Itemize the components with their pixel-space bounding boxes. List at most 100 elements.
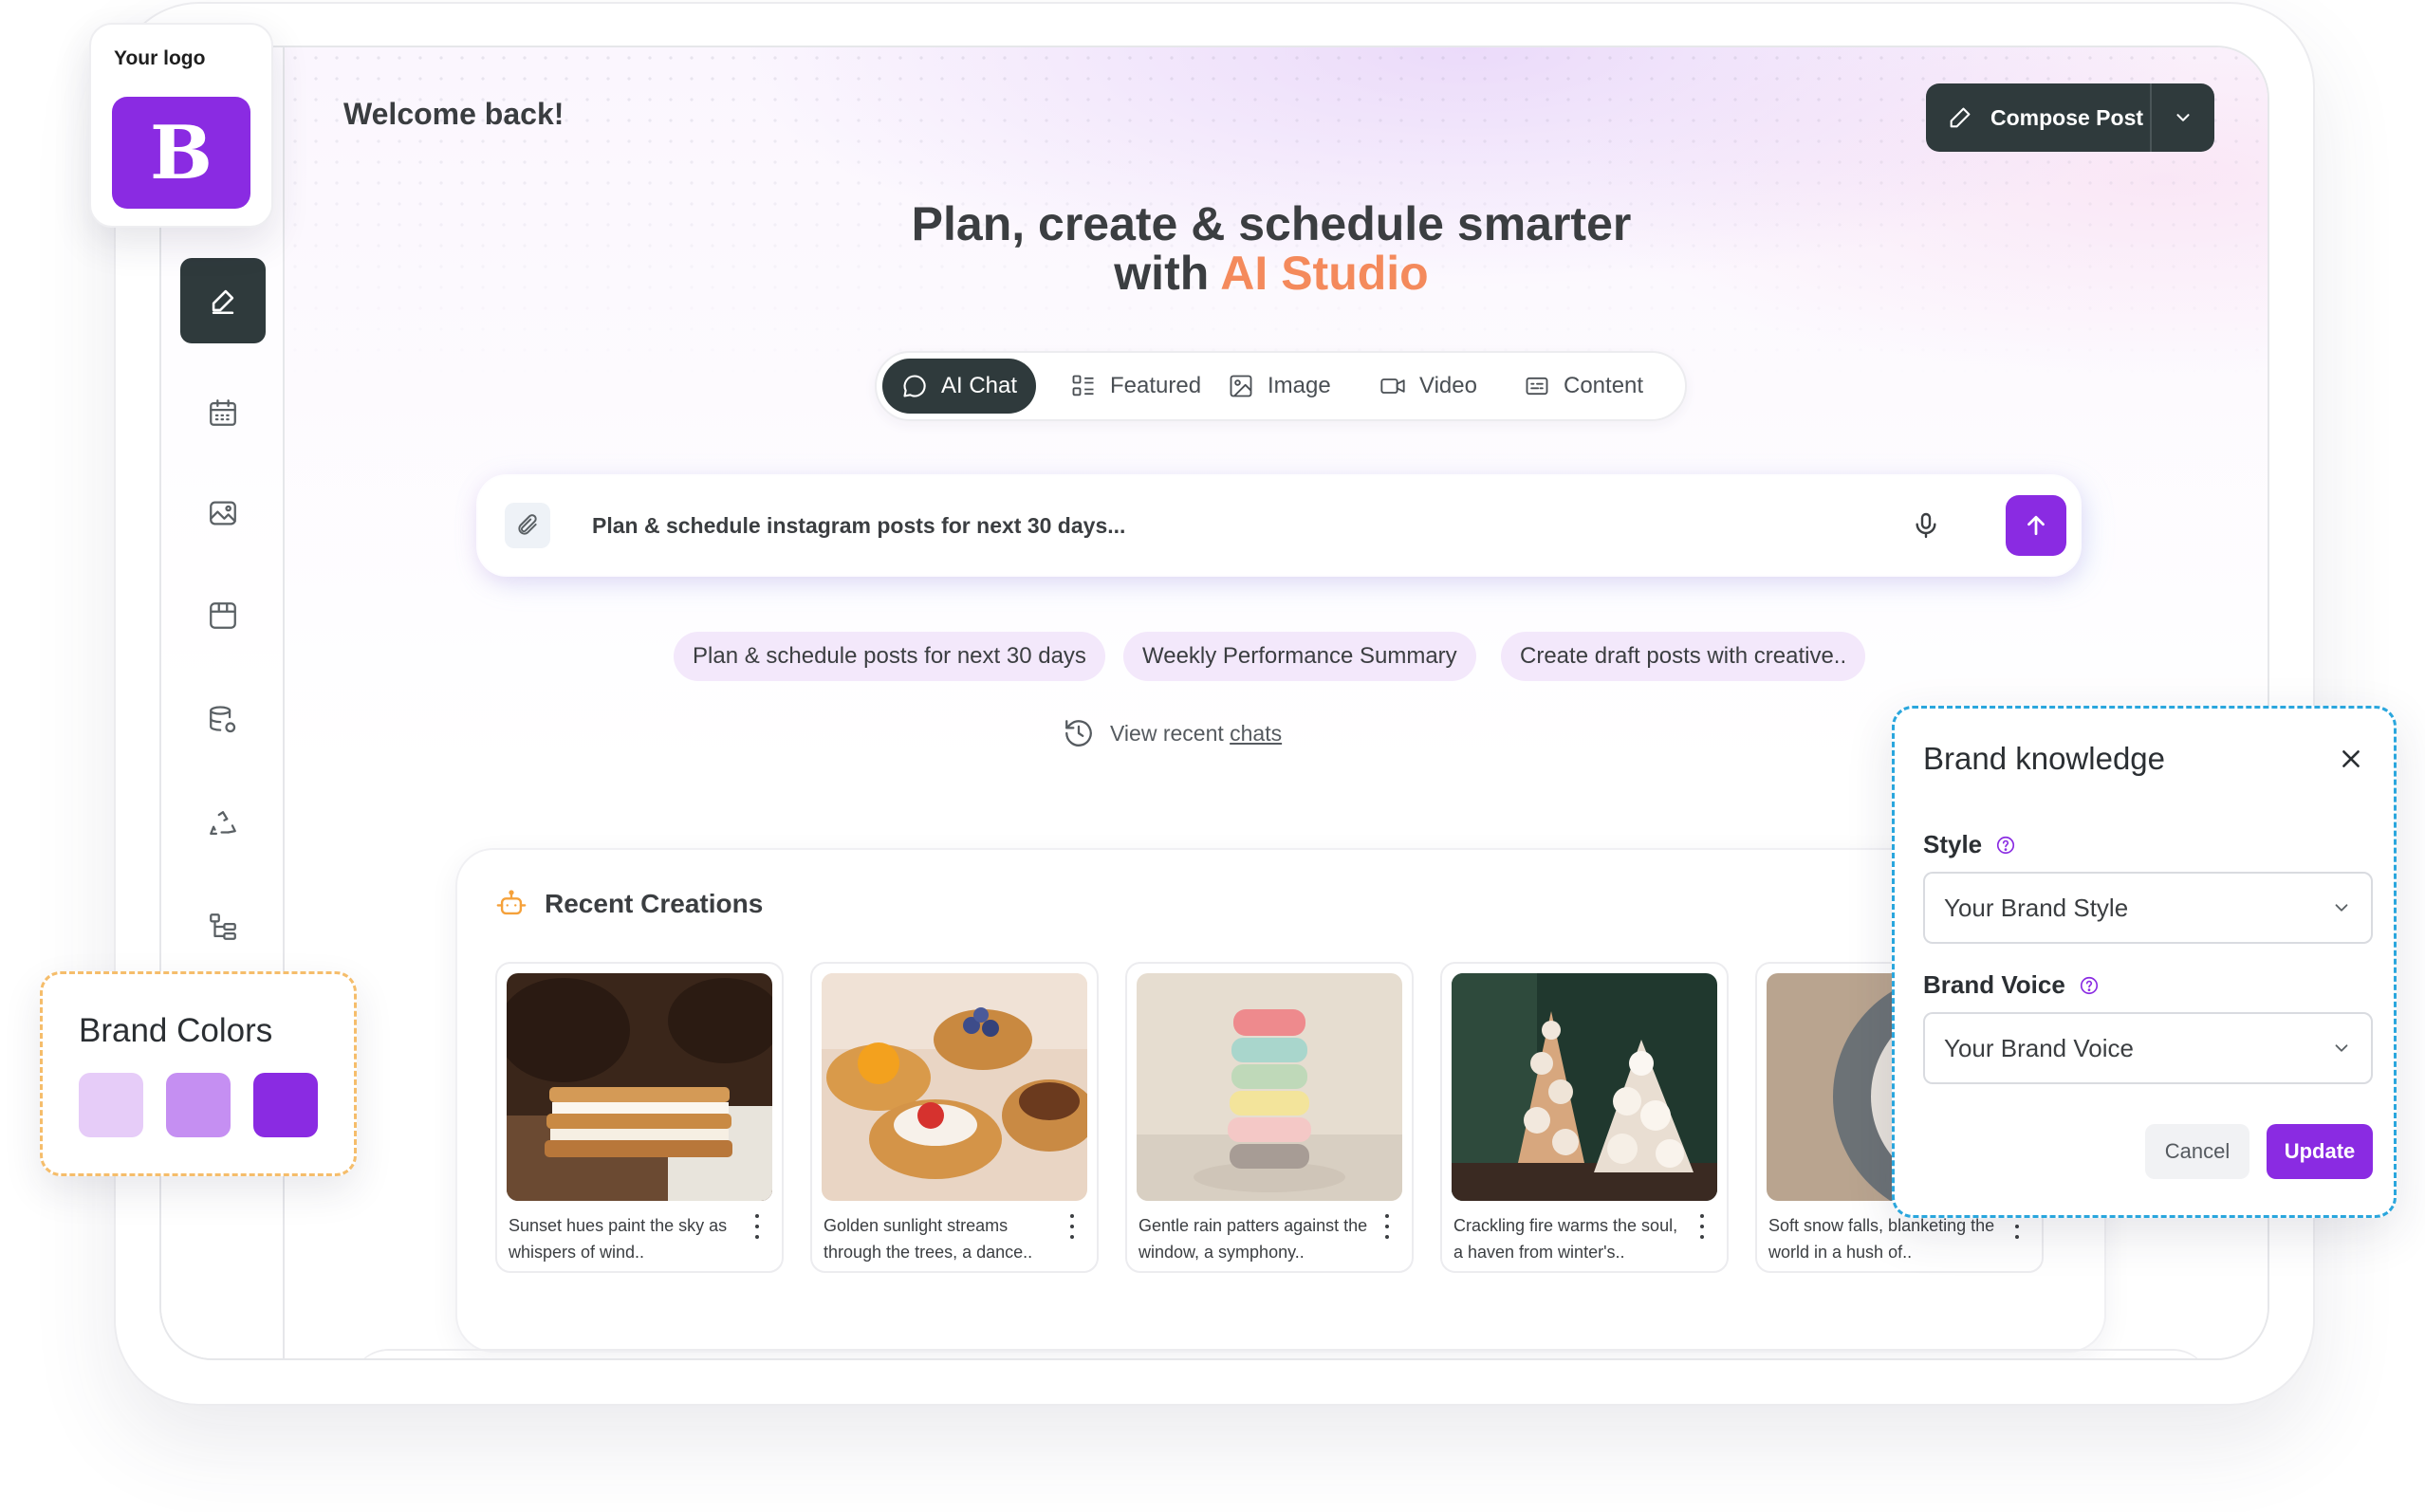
compose-post-button[interactable]: Compose Post: [1926, 83, 2214, 152]
creation-caption: Sunset hues paint the sky as whispers of…: [509, 1216, 728, 1262]
brand-style-select[interactable]: Your Brand Style: [1923, 872, 2373, 944]
chevron-down-icon: [2335, 1044, 2348, 1052]
suggestion-chip[interactable]: Create draft posts with creative..: [1501, 632, 1866, 681]
tab-content[interactable]: Content: [1505, 359, 1662, 414]
update-button[interactable]: Update: [2267, 1124, 2373, 1179]
mode-tabs: AI Chat Featured Image Video Content: [875, 351, 1687, 421]
pastry-layered-cake-image[interactable]: [507, 973, 772, 1201]
brand-knowledge-title: Brand knowledge: [1923, 741, 2166, 776]
brand-voice-label: Brand Voice: [1923, 970, 2100, 1000]
style-label: Style: [1923, 830, 2016, 859]
brand-voice-value: Your Brand Voice: [1944, 1033, 2134, 1062]
calendar-icon: [210, 399, 236, 426]
attach-button[interactable]: [505, 503, 550, 548]
fruit-tarts-image[interactable]: [822, 973, 1087, 1201]
brand-knowledge-panel: Brand knowledge Style Your Brand Style B…: [1892, 706, 2397, 1218]
brand-colors-title: Brand Colors: [79, 1012, 273, 1049]
recent-chats-prefix: View recent: [1110, 720, 1231, 746]
color-swatch-light[interactable]: [79, 1073, 143, 1137]
creation-caption: Soft snow falls, blanketing the world in…: [1768, 1216, 1995, 1262]
send-button[interactable]: [2006, 495, 2066, 556]
sidebar-item-calendar[interactable]: [180, 370, 266, 455]
media-library-icon: [210, 501, 236, 526]
creation-card[interactable]: Sunset hues paint the sky as whispers of…: [495, 962, 784, 1273]
suggestion-chip[interactable]: Plan & schedule posts for next 30 days: [674, 632, 1105, 681]
sidebar-item-media[interactable]: [180, 470, 266, 556]
tab-label: Featured: [1110, 373, 1202, 398]
recycle-icon: [210, 811, 236, 836]
recent-chats-link[interactable]: chats: [1230, 721, 1282, 746]
brand-voice-select[interactable]: Your Brand Voice: [1923, 1012, 2373, 1084]
hierarchy-icon: [210, 913, 236, 940]
brand-style-value: Your Brand Style: [1944, 893, 2129, 922]
paperclip-icon: [518, 514, 537, 535]
arrow-up-icon: [2027, 515, 2045, 536]
more-options-icon[interactable]: [1693, 1214, 1712, 1239]
history-icon: [1065, 720, 1092, 747]
tab-image[interactable]: Image: [1209, 359, 1350, 414]
tab-label: AI Chat: [941, 373, 1018, 398]
tab-label: Image: [1268, 373, 1331, 398]
next-section-edge: [351, 1349, 2211, 1358]
more-options-icon[interactable]: [1063, 1214, 1082, 1239]
creation-caption: Gentle rain patters against the window, …: [1138, 1216, 1368, 1262]
sidebar-item-recycle[interactable]: [180, 782, 266, 867]
brand-colors-card: Brand Colors: [40, 971, 357, 1176]
hero-accent: AI Studio: [1220, 247, 1429, 300]
page-title: Welcome back!: [343, 97, 565, 131]
creation-caption: Crackling fire warms the soul, a haven f…: [1453, 1216, 1678, 1262]
brand-logo[interactable]: B: [112, 97, 250, 209]
cream-puff-tower-image[interactable]: [1452, 973, 1717, 1201]
edit-icon: [212, 289, 234, 315]
compose-post-main[interactable]: Compose Post: [1926, 83, 2152, 152]
database-settings-icon: [210, 706, 236, 733]
logo-label: Your logo: [114, 47, 206, 69]
sidebar-item-hierarchy[interactable]: [180, 884, 266, 969]
sidebar-item-create[interactable]: [180, 258, 266, 343]
creation-card[interactable]: Gentle rain patters against the window, …: [1125, 962, 1414, 1273]
help-icon[interactable]: [1995, 835, 2016, 856]
recent-creations-header: Recent Creations: [495, 888, 763, 920]
tab-label: Content: [1564, 373, 1644, 398]
macaron-stack-image[interactable]: [1137, 973, 1402, 1201]
help-icon[interactable]: [2079, 975, 2100, 996]
sidebar-item-store[interactable]: [180, 573, 266, 658]
tab-video[interactable]: Video: [1361, 359, 1496, 414]
compose-dropdown-toggle[interactable]: [2152, 107, 2214, 128]
logo-card: Your logo B: [89, 23, 273, 228]
image-icon: [1230, 375, 1252, 397]
color-swatch-dark[interactable]: [253, 1073, 318, 1137]
more-options-icon[interactable]: [748, 1214, 767, 1239]
creation-caption: Golden sunlight streams through the tree…: [824, 1216, 1033, 1262]
suggestion-chip[interactable]: Weekly Performance Summary: [1123, 632, 1476, 681]
creation-card[interactable]: Golden sunlight streams through the tree…: [810, 962, 1099, 1273]
close-icon[interactable]: [2339, 747, 2363, 771]
view-recent-chats[interactable]: View recent chats: [1063, 717, 1282, 749]
hero-heading: Plan, create & schedule smarter with AI …: [693, 199, 1850, 298]
hero-line-2: with AI Studio: [693, 249, 1850, 298]
tab-featured[interactable]: Featured: [1051, 359, 1220, 414]
prompt-input[interactable]: [592, 501, 1825, 550]
sidebar-item-database[interactable]: [180, 677, 266, 763]
style-label-text: Style: [1923, 830, 1983, 858]
pencil-icon: [1950, 107, 1971, 128]
prompt-box: [478, 476, 2080, 575]
video-camera-icon: [1380, 378, 1405, 394]
tab-label: Video: [1419, 373, 1477, 398]
document-text-icon: [1526, 377, 1548, 396]
compose-post-label: Compose Post: [1990, 104, 2144, 130]
voice-input-button[interactable]: [1905, 505, 1947, 546]
color-swatch-medium[interactable]: [166, 1073, 231, 1137]
hero-line-2-prefix: with: [1114, 247, 1221, 300]
creation-card[interactable]: Crackling fire warms the soul, a haven f…: [1440, 962, 1729, 1273]
brand-voice-label-text: Brand Voice: [1923, 970, 2065, 999]
robot-icon: [496, 890, 527, 915]
hero-line-1: Plan, create & schedule smarter: [911, 197, 1632, 250]
grid-list-icon: [1072, 375, 1094, 396]
tab-ai-chat[interactable]: AI Chat: [882, 359, 1037, 414]
more-options-icon[interactable]: [1378, 1214, 1397, 1239]
chat-bubble-icon: [903, 375, 926, 397]
microphone-icon: [1916, 512, 1936, 539]
cancel-button[interactable]: Cancel: [2145, 1124, 2249, 1179]
chevron-down-icon: [2176, 114, 2190, 121]
